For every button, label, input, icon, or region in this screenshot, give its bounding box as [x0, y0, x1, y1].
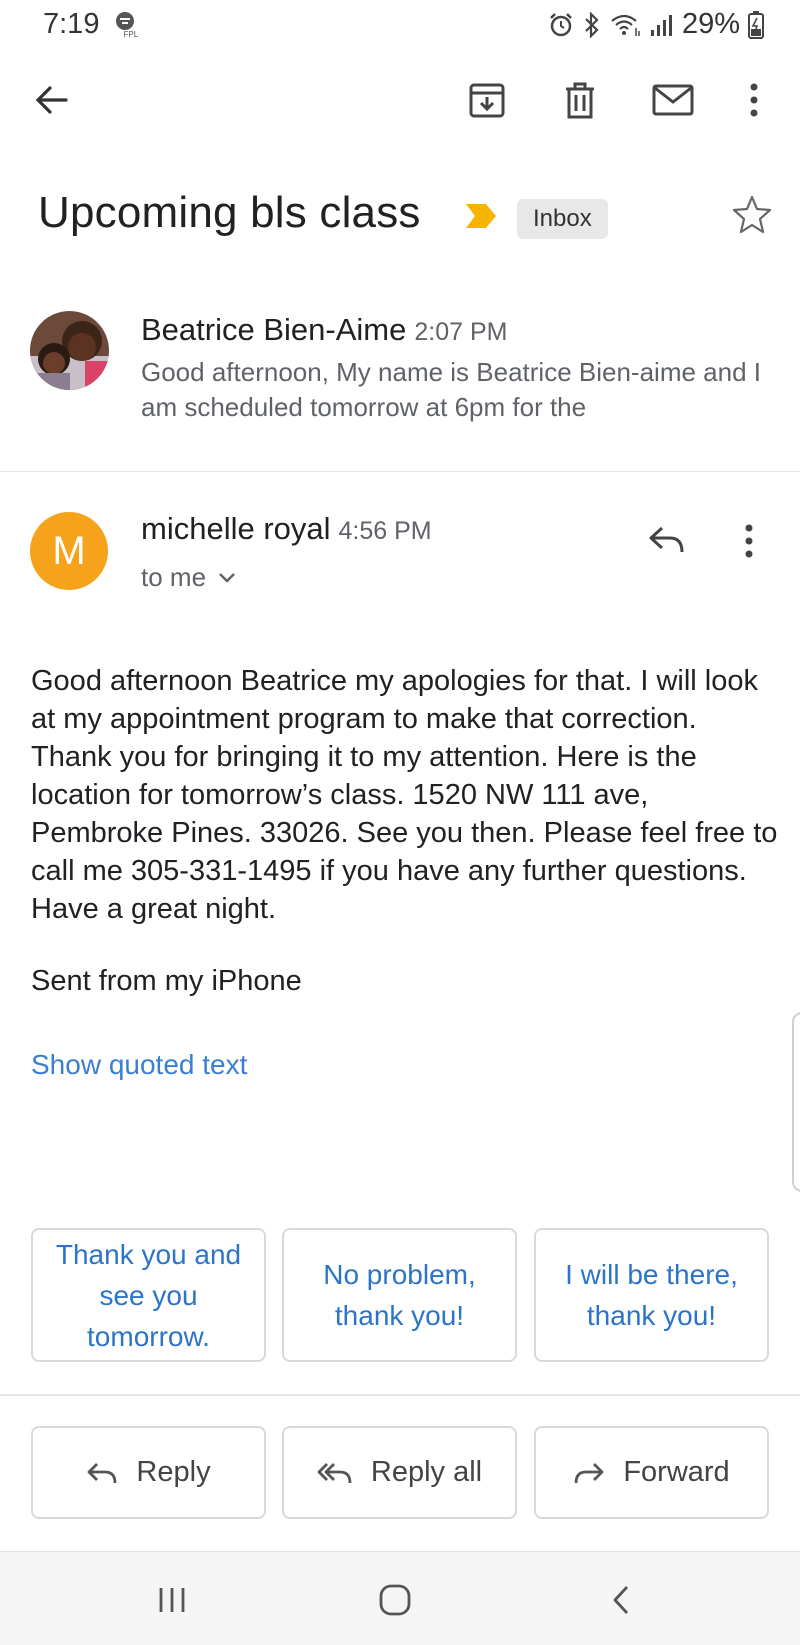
reply-all-icon	[317, 1462, 352, 1483]
actions-divider	[0, 1394, 800, 1396]
show-quoted-text-link[interactable]: Show quoted text	[31, 1049, 247, 1081]
more-vert-icon	[745, 524, 753, 558]
message-body: Good afternoon Beatrice my apologies for…	[31, 665, 778, 925]
recent-apps-icon	[159, 1588, 185, 1612]
message-snippet[interactable]: Good afternoon, My name is Beatrice Bien…	[141, 355, 781, 425]
home-button[interactable]	[365, 1577, 425, 1623]
battery-charging-icon	[748, 10, 764, 39]
recent-apps-button[interactable]	[142, 1577, 202, 1623]
reply-all-button[interactable]: Reply all	[282, 1426, 517, 1519]
more-vert-icon	[750, 83, 758, 117]
email-subject: Upcoming bls class	[38, 188, 421, 237]
inbox-label[interactable]: Inbox	[517, 199, 608, 239]
chevron-down-icon	[219, 572, 235, 583]
message-more-button[interactable]	[744, 524, 754, 563]
signal-icon	[650, 14, 672, 36]
home-icon	[379, 1584, 411, 1616]
status-time: 7:19 FPL	[43, 8, 140, 40]
smart-reply-1[interactable]: Thank you and see you tomorrow.	[31, 1228, 266, 1362]
message-divider	[0, 471, 800, 472]
more-options-button[interactable]	[726, 72, 782, 128]
smart-reply-3[interactable]: I will be there, thank you!	[534, 1228, 769, 1362]
scrollbar[interactable]	[792, 1012, 800, 1192]
bluetooth-icon	[585, 11, 599, 38]
importance-icon	[466, 204, 496, 228]
recipients-toggle[interactable]: to me	[141, 562, 236, 593]
message-header: michelle royal 4:56 PM	[141, 511, 432, 547]
archive-button[interactable]	[459, 72, 515, 128]
importance-marker[interactable]	[464, 202, 498, 235]
sender-avatar: M	[30, 512, 108, 590]
forward-icon	[574, 1462, 604, 1483]
smart-reply-2[interactable]: No problem, thank you!	[282, 1228, 517, 1362]
battery-percent: 29%	[681, 8, 740, 40]
back-arrow-icon	[35, 86, 68, 114]
reply-quick-button[interactable]	[648, 525, 686, 560]
mark-unread-icon	[652, 84, 694, 116]
sender-name: michelle royal	[141, 511, 331, 546]
sender-avatar-photo	[30, 311, 109, 390]
message-time: 4:56 PM	[338, 517, 432, 545]
forward-button[interactable]: Forward	[534, 1426, 769, 1519]
alarm-icon	[550, 12, 572, 36]
status-icons: 29%	[548, 8, 764, 41]
message-signature: Sent from my iPhone	[31, 965, 302, 997]
message-time: 2:07 PM	[414, 318, 508, 346]
star-button[interactable]	[732, 194, 772, 239]
carrier-badge: FPL	[114, 10, 140, 40]
message-item-collapsed[interactable]: Beatrice Bien-Aime 2:07 PM	[141, 312, 507, 348]
nav-back-button[interactable]	[591, 1577, 651, 1623]
wifi-icon	[611, 14, 640, 36]
delete-button[interactable]	[552, 72, 608, 128]
recipient-text: to me	[141, 562, 207, 592]
back-button[interactable]	[24, 72, 80, 128]
delete-icon	[566, 82, 594, 119]
archive-icon	[469, 83, 505, 118]
profile-photo-icon	[30, 311, 109, 390]
reply-all-label: Reply all	[370, 1456, 483, 1488]
sender-name: Beatrice Bien-Aime	[141, 312, 407, 347]
reply-label: Reply	[136, 1456, 211, 1488]
mark-unread-button[interactable]	[645, 72, 701, 128]
nav-back-icon	[613, 1586, 629, 1614]
forward-label: Forward	[623, 1456, 730, 1488]
reply-icon	[88, 1462, 117, 1483]
star-outline-icon	[732, 195, 772, 234]
reply-icon	[649, 526, 684, 553]
reply-button[interactable]: Reply	[31, 1426, 266, 1519]
